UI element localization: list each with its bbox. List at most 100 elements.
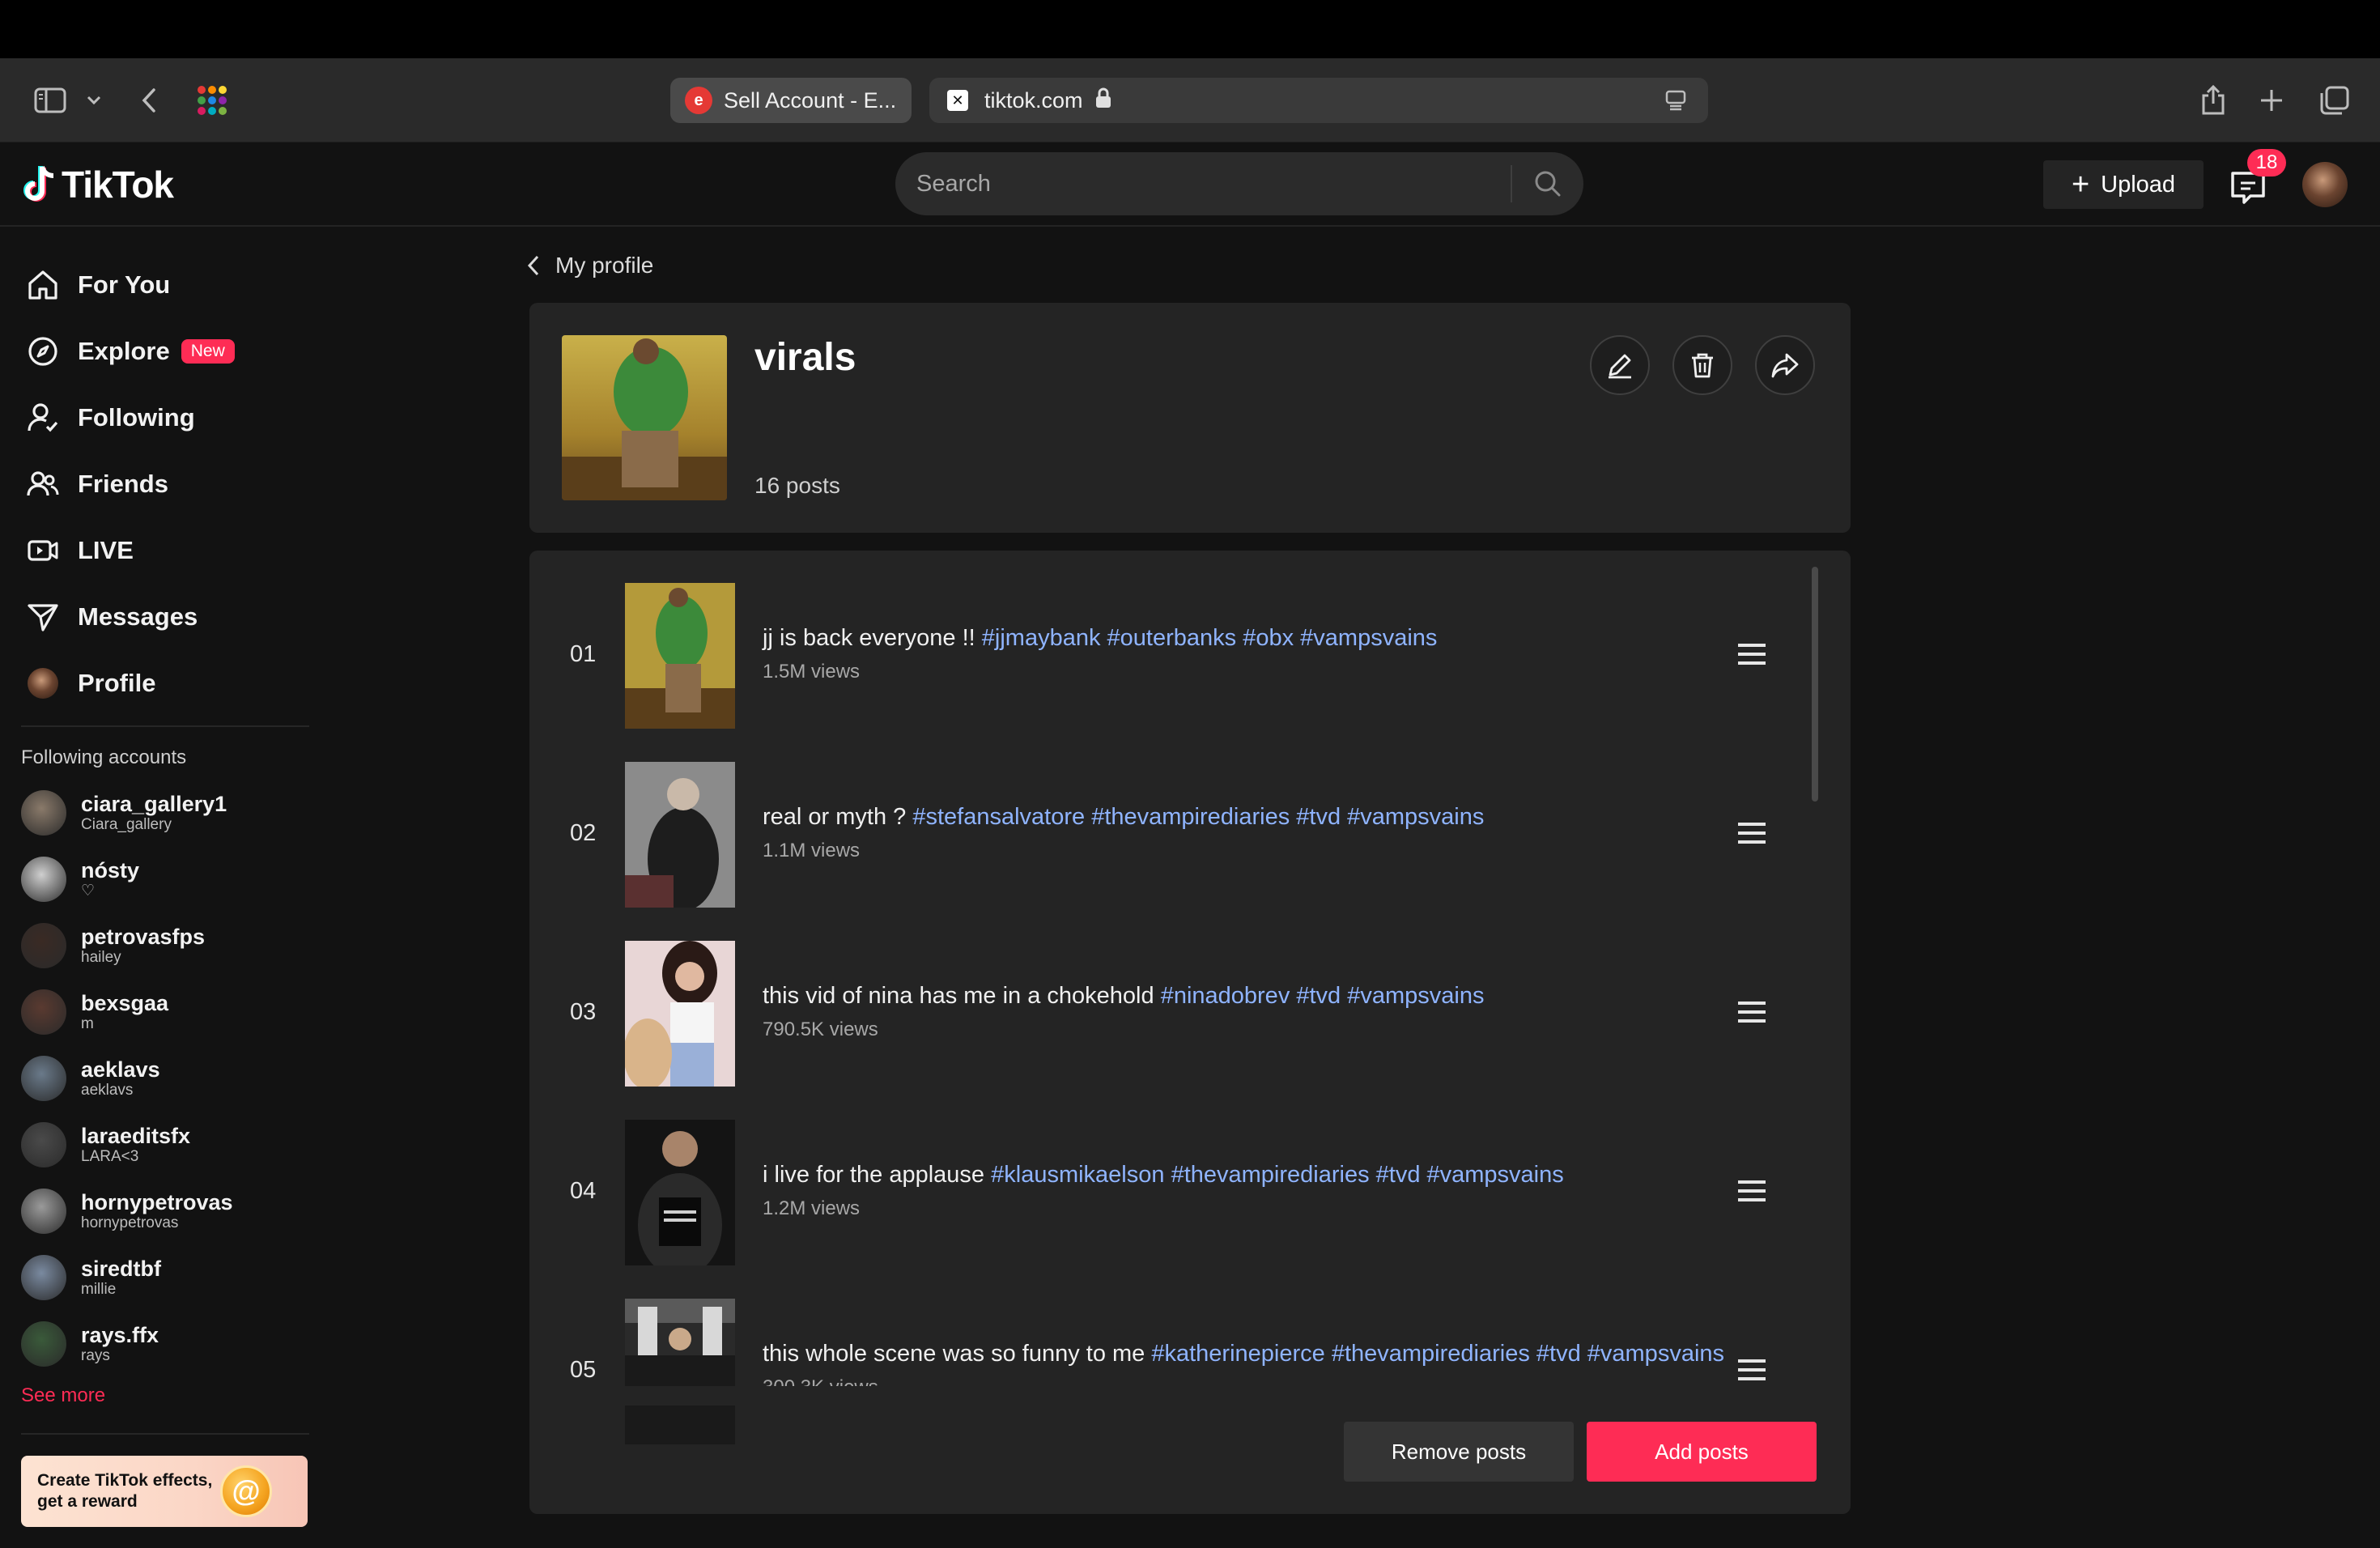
lock-icon bbox=[1094, 87, 1112, 115]
post-thumbnail[interactable] bbox=[625, 762, 735, 908]
add-posts-button[interactable]: Add posts bbox=[1587, 1422, 1817, 1482]
search-bar bbox=[895, 152, 1583, 215]
account-name: laraeditsfx bbox=[81, 1124, 191, 1148]
post-views: 1.1M views bbox=[763, 840, 861, 861]
drag-handle-icon[interactable] bbox=[1736, 999, 1768, 1025]
nav-live[interactable]: LIVE bbox=[24, 526, 134, 575]
back-arrow-icon[interactable] bbox=[131, 83, 167, 118]
chevron-down-icon[interactable] bbox=[76, 83, 112, 118]
tab-overview-icon[interactable] bbox=[2317, 83, 2352, 118]
friends-icon bbox=[24, 466, 62, 503]
drag-handle-icon[interactable] bbox=[1736, 641, 1768, 667]
nav-following[interactable]: Following bbox=[24, 393, 195, 442]
caption-hashtags[interactable]: #jjmaybank #outerbanks #obx #vampsvains bbox=[982, 625, 1438, 651]
nav-profile[interactable]: Profile bbox=[24, 659, 155, 708]
list-scrollbar[interactable] bbox=[1812, 567, 1818, 802]
edit-playlist-button[interactable] bbox=[1590, 335, 1650, 395]
account-nickname: hornypetrovas bbox=[81, 1214, 179, 1231]
account-name: petrovasfps bbox=[81, 925, 206, 949]
nav-label: Friends bbox=[78, 470, 168, 498]
inbox-badge: 18 bbox=[2247, 149, 2286, 176]
back-to-profile-link[interactable]: My profile bbox=[526, 249, 653, 282]
account-nickname: rays bbox=[81, 1347, 110, 1364]
caption-hashtags[interactable]: #katherinepierce #thevampirediaries #tvd… bbox=[1151, 1341, 1724, 1367]
caption-hashtags[interactable]: #stefansalvatore #thevampirediaries #tvd… bbox=[912, 804, 1484, 830]
account-avatar bbox=[21, 1056, 66, 1101]
following-account[interactable]: ciara_gallery1 Ciara_gallery bbox=[21, 787, 227, 839]
user-avatar[interactable] bbox=[2302, 162, 2348, 207]
account-avatar bbox=[21, 790, 66, 836]
post-caption: this whole scene was so funny to me #kat… bbox=[763, 1341, 1724, 1367]
caption-hashtags[interactable]: #klausmikaelson #thevampirediaries #tvd … bbox=[991, 1162, 1564, 1188]
post-thumbnail[interactable] bbox=[625, 941, 735, 1087]
playlist-post-row[interactable]: 01 jj is back everyone !! #jjmaybank #out… bbox=[529, 583, 1792, 729]
see-more-link[interactable]: See more bbox=[21, 1384, 105, 1407]
following-account[interactable]: siredtbf millie bbox=[21, 1252, 161, 1303]
back-label: My profile bbox=[555, 253, 654, 278]
playlist-post-row[interactable]: 04 i live for the applause #klausmikaelso… bbox=[529, 1120, 1792, 1265]
nav-explore[interactable]: Explore New bbox=[24, 327, 235, 376]
playlist-post-row[interactable]: 03 this vid of nina has me in a chokehold… bbox=[529, 941, 1792, 1087]
plus-icon: + bbox=[2071, 167, 2090, 202]
delete-playlist-button[interactable] bbox=[1672, 335, 1732, 395]
nav-messages[interactable]: Messages bbox=[24, 593, 198, 641]
caption-hashtags[interactable]: #ninadobrev #tvd #vampsvains bbox=[1161, 983, 1485, 1009]
following-account[interactable]: rays.ffx rays bbox=[21, 1318, 159, 1370]
tiktok-x-icon: ✕ bbox=[947, 90, 968, 111]
create-effects-banner[interactable]: Create TikTok effects, get a reward @ bbox=[21, 1456, 308, 1527]
trash-icon bbox=[1692, 353, 1713, 378]
share-icon[interactable] bbox=[2195, 83, 2231, 118]
tiktok-logo[interactable]: TikTok bbox=[21, 160, 174, 209]
following-user-icon bbox=[24, 399, 62, 436]
following-account[interactable]: nósty ♡ bbox=[21, 853, 139, 905]
nav-label: Following bbox=[78, 403, 195, 432]
nav-friends[interactable]: Friends bbox=[24, 460, 168, 508]
following-account[interactable]: aeklavs aeklavs bbox=[21, 1053, 160, 1104]
list-fade bbox=[529, 1386, 1792, 1406]
remove-posts-button[interactable]: Remove posts bbox=[1344, 1422, 1574, 1482]
account-name: nósty bbox=[81, 858, 140, 882]
browser-tab-tiktok[interactable]: ✕ tiktok.com bbox=[929, 78, 1708, 123]
share-arrow-icon bbox=[1771, 353, 1799, 378]
caption-text: real or myth ? bbox=[763, 804, 913, 830]
sidebar-divider bbox=[21, 725, 309, 727]
following-account[interactable]: bexsgaa m bbox=[21, 986, 168, 1038]
following-account[interactable]: laraeditsfx LARA<3 bbox=[21, 1119, 190, 1171]
account-nickname: Ciara_gallery bbox=[81, 816, 172, 833]
post-thumbnail[interactable] bbox=[625, 1299, 735, 1444]
following-account[interactable]: petrovasfps hailey bbox=[21, 920, 205, 972]
playlist-post-row[interactable]: 02 real or myth ? #stefansalvatore #theva… bbox=[529, 762, 1792, 908]
post-views: 1.5M views bbox=[763, 661, 861, 683]
nav-for-you[interactable]: For You bbox=[24, 261, 170, 309]
search-input[interactable] bbox=[895, 152, 1511, 215]
pencil-icon bbox=[1609, 354, 1631, 379]
logo-text: TikTok bbox=[62, 164, 174, 206]
reader-mode-icon[interactable] bbox=[1664, 89, 1687, 117]
upload-button[interactable]: + Upload bbox=[2043, 160, 2204, 209]
browser-toolbar: e Sell Account - E... ✕ tiktok.com bbox=[0, 58, 2380, 142]
account-name: bexsgaa bbox=[81, 991, 169, 1015]
live-camera-icon bbox=[24, 532, 62, 569]
tab-label: tiktok.com bbox=[984, 87, 1083, 113]
account-nickname: millie bbox=[81, 1281, 117, 1298]
following-account[interactable]: hornypetrovas hornypetrovas bbox=[21, 1185, 233, 1237]
new-tab-plus-icon[interactable] bbox=[2254, 83, 2289, 118]
account-name: siredtbf bbox=[81, 1257, 162, 1281]
drag-handle-icon[interactable] bbox=[1736, 1357, 1768, 1383]
browser-tab-sell-account[interactable]: e Sell Account - E... bbox=[670, 78, 912, 123]
nav-label: Explore bbox=[78, 337, 170, 365]
drag-handle-icon[interactable] bbox=[1736, 820, 1768, 846]
sidebar: For You Explore New Following Friends LI… bbox=[0, 228, 324, 1548]
app-grid-icon[interactable] bbox=[194, 83, 230, 118]
post-thumbnail[interactable] bbox=[625, 1120, 735, 1265]
account-nickname: aeklavs bbox=[81, 1082, 134, 1099]
share-playlist-button[interactable] bbox=[1755, 335, 1815, 395]
search-button[interactable] bbox=[1512, 152, 1583, 215]
post-thumbnail[interactable] bbox=[625, 583, 735, 729]
caption-text: this whole scene was so funny to me bbox=[763, 1341, 1152, 1367]
playlist-title: virals bbox=[754, 336, 856, 379]
account-name: hornypetrovas bbox=[81, 1190, 233, 1214]
sidebar-toggle-icon[interactable] bbox=[32, 83, 68, 118]
nav-label: LIVE bbox=[78, 536, 134, 564]
drag-handle-icon[interactable] bbox=[1736, 1178, 1768, 1204]
